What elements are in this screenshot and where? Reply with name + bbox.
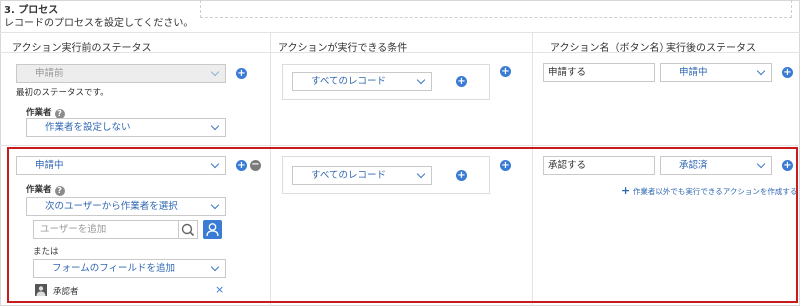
chevron-down-icon [210, 67, 220, 77]
avatar [35, 284, 47, 296]
assignee-item-label: 承認者 [53, 287, 79, 297]
help-icon[interactable]: ? [54, 186, 65, 196]
assignee-select-value: 次のユーザーから作業者を選択 [45, 201, 178, 212]
field-select-value: フォームのフィールドを追加 [52, 263, 176, 274]
condition-select[interactable]: すべてのレコード [292, 72, 432, 91]
add-condition-button[interactable]: + [456, 170, 467, 181]
column-header-status-after: 実行後のステータス [666, 43, 756, 54]
assignee-select[interactable]: 次のユーザーから作業者を選択 [26, 197, 226, 216]
assignee-label: 作業者? [26, 183, 65, 196]
action-name-input[interactable]: 承認する [543, 156, 655, 175]
column-header-status-before: アクション実行前のステータス [12, 43, 152, 54]
search-button[interactable] [179, 220, 198, 239]
add-condition-button[interactable]: + [456, 76, 467, 87]
status-note: 最初のステータスです。 [16, 88, 109, 98]
divider [0, 32, 800, 33]
add-status-button[interactable]: + [236, 160, 247, 171]
add-other-action-link[interactable]: + 作業者以外でも実行できるアクションを作成する [621, 184, 797, 197]
chevron-down-icon [756, 66, 766, 76]
next-status-select-value: 承認済 [679, 160, 708, 171]
divider [0, 145, 800, 146]
user-search-input[interactable]: ユーザーを追加 [33, 220, 179, 239]
chevron-down-icon [210, 262, 220, 272]
chevron-down-icon [210, 121, 220, 131]
chevron-down-icon [416, 75, 426, 85]
user-picker-button[interactable] [203, 220, 222, 239]
add-status-button[interactable]: + [236, 68, 247, 79]
add-condition-group-button[interactable]: + [500, 66, 511, 77]
assignee-select-value: 作業者を設定しない [45, 122, 131, 133]
section-description: レコードのプロセスを設定してください。 [4, 18, 194, 29]
chevron-down-icon [756, 159, 766, 169]
next-status-select-value: 申請中 [679, 67, 708, 78]
status-select-value: 申請中 [35, 160, 64, 171]
condition-select-value: すべてのレコード [311, 76, 386, 87]
status-select[interactable]: 申請中 [16, 156, 226, 175]
add-other-action-label: 作業者以外でも実行できるアクションを作成する [632, 187, 798, 196]
action-name-input[interactable]: 申請する [543, 63, 655, 82]
assignee-select[interactable]: 作業者を設定しない [26, 118, 226, 137]
or-label: または [33, 247, 59, 257]
next-status-select[interactable]: 承認済 [660, 156, 772, 175]
add-condition-group-button[interactable]: + [500, 160, 511, 171]
field-select[interactable]: フォームのフィールドを追加 [33, 259, 226, 278]
condition-select-value: すべてのレコード [311, 170, 386, 181]
remove-status-button[interactable]: − [250, 160, 261, 171]
chevron-down-icon [210, 159, 220, 169]
plus-icon: + [621, 184, 631, 197]
status-select-value: 申請前 [35, 68, 64, 79]
chevron-down-icon [416, 169, 426, 179]
user-icon [36, 286, 46, 296]
chevron-down-icon [210, 200, 220, 210]
add-action-button[interactable]: + [782, 67, 793, 78]
status-select: 申請前 [16, 64, 226, 83]
user-icon [206, 223, 219, 237]
next-status-select[interactable]: 申請中 [660, 63, 772, 82]
condition-select[interactable]: すべてのレコード [292, 166, 432, 185]
column-header-condition: アクションが実行できる条件 [278, 43, 408, 54]
close-icon[interactable]: × [215, 283, 224, 296]
dashed-drop-area [200, 0, 792, 18]
column-header-action-name: アクション名（ボタン名） [550, 43, 670, 54]
search-icon [181, 223, 195, 237]
add-action-button[interactable]: + [782, 160, 793, 171]
